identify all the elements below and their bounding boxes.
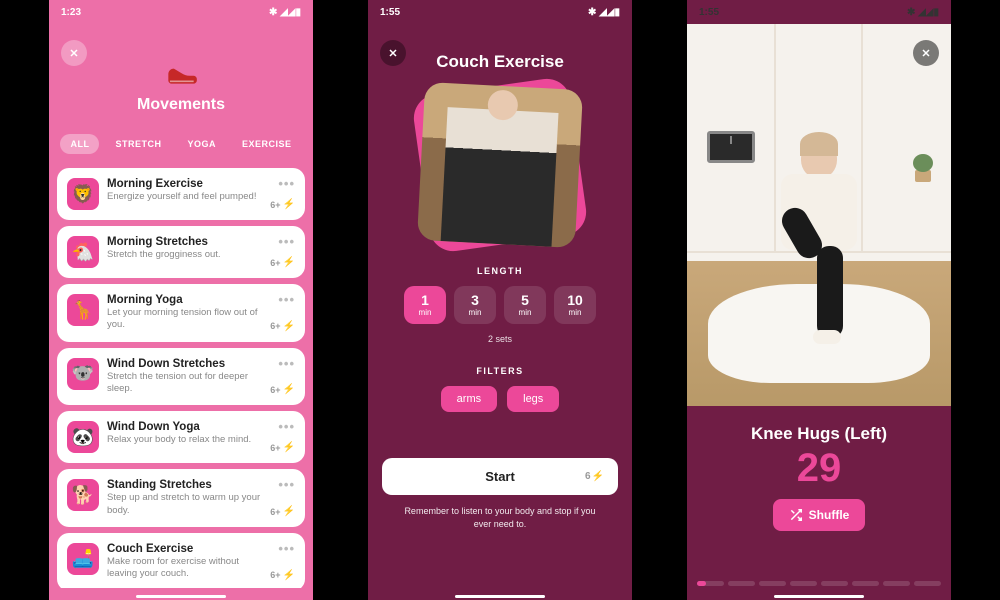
item-icon: 🐨 — [67, 358, 99, 390]
more-icon[interactable]: ••• — [278, 477, 295, 492]
list-item[interactable]: 🛋️ Couch Exercise Make room for exercise… — [57, 533, 305, 588]
filter-arms[interactable]: arms — [441, 386, 497, 412]
status-time: 1:23 — [61, 7, 81, 18]
start-meta: 6⚡ — [585, 471, 604, 482]
phone-exercise-play: 1:55 ✱ ◢◢▮ Knee Hugs (Left) 29 Shuffle — [687, 0, 951, 600]
list-header: Movements — [49, 24, 313, 126]
length-option[interactable]: 3min — [454, 286, 496, 324]
screen-list: 1:23 ✱ ◢◢▮ Movements ALL STRETCH YOGA EXE… — [49, 0, 313, 600]
length-options: 1min3min5min10min — [368, 286, 632, 324]
list-item[interactable]: 🐼 Wind Down Yoga Relax your body to rela… — [57, 411, 305, 463]
length-option[interactable]: 10min — [554, 286, 596, 324]
screen-play: 1:55 ✱ ◢◢▮ Knee Hugs (Left) 29 Shuffle — [687, 0, 951, 600]
nav-bar — [774, 595, 864, 598]
item-subtitle: Step up and stretch to warm up your body… — [107, 492, 262, 517]
item-title: Morning Stretches — [107, 236, 262, 248]
more-icon[interactable]: ••• — [278, 234, 295, 249]
item-subtitle: Energize yourself and feel pumped! — [107, 191, 262, 203]
close-button[interactable] — [61, 40, 87, 66]
hero-image — [421, 86, 579, 244]
filter-options: arms legs — [368, 386, 632, 412]
shuffle-icon — [789, 508, 803, 522]
status-time: 1:55 — [380, 7, 400, 18]
more-icon[interactable]: ••• — [278, 292, 295, 307]
length-option[interactable]: 1min — [404, 286, 446, 324]
shuffle-button[interactable]: Shuffle — [773, 499, 866, 531]
phone-exercise-detail: 1:55 ✱ ◢◢▮ Couch Exercise LENGTH 1min3min… — [368, 0, 632, 600]
shoe-icon — [162, 52, 200, 90]
status-bar: 1:23 ✱ ◢◢▮ — [49, 0, 313, 24]
item-meta: 6+⚡ — [270, 257, 295, 268]
exercise-video[interactable] — [687, 24, 951, 406]
exercise-info: Knee Hugs (Left) 29 Shuffle — [687, 406, 951, 531]
disclaimer-text: Remember to listen to your body and stop… — [396, 505, 604, 530]
status-icons: ✱ ◢◢▮ — [269, 7, 301, 18]
start-button[interactable]: Start 6⚡ — [382, 458, 618, 495]
movements-list[interactable]: 🦁 Morning Exercise Energize yourself and… — [49, 168, 313, 588]
item-title: Morning Exercise — [107, 178, 262, 190]
item-icon: 🛋️ — [67, 543, 99, 575]
status-icons: ✱ ◢◢▮ — [588, 7, 620, 18]
item-meta: 6+⚡ — [270, 570, 295, 581]
more-icon[interactable]: ••• — [278, 419, 295, 434]
more-icon[interactable]: ••• — [278, 356, 295, 371]
status-time: 1:55 — [699, 7, 719, 18]
item-icon: 🦁 — [67, 178, 99, 210]
item-subtitle: Make room for exercise without leaving y… — [107, 556, 262, 581]
countdown: 29 — [687, 446, 951, 491]
start-label: Start — [485, 469, 515, 484]
item-title: Standing Stretches — [107, 479, 262, 491]
list-item[interactable]: 🦒 Morning Yoga Let your morning tension … — [57, 284, 305, 342]
close-button[interactable] — [380, 40, 406, 66]
tab-yoga[interactable]: YOGA — [177, 134, 226, 154]
nav-bar — [455, 595, 545, 598]
list-item[interactable]: 🐕 Standing Stretches Step up and stretch… — [57, 469, 305, 527]
item-meta: 6+⚡ — [270, 442, 295, 453]
list-item[interactable]: 🐔 Morning Stretches Stretch the groggine… — [57, 226, 305, 278]
length-option[interactable]: 5min — [504, 286, 546, 324]
phone-movements-list: 1:23 ✱ ◢◢▮ Movements ALL STRETCH YOGA EXE… — [49, 0, 313, 600]
item-subtitle: Stretch the tension out for deeper sleep… — [107, 371, 262, 396]
item-meta: 6+⚡ — [270, 321, 295, 332]
item-meta: 6+⚡ — [270, 199, 295, 210]
tab-all[interactable]: ALL — [60, 134, 99, 154]
item-icon: 🐔 — [67, 236, 99, 268]
item-title: Morning Yoga — [107, 294, 262, 306]
item-meta: 6+⚡ — [270, 506, 295, 517]
nav-bar — [136, 595, 226, 598]
status-icons: ✱ ◢◢▮ — [907, 7, 939, 18]
more-icon[interactable]: ••• — [278, 541, 295, 556]
filter-legs[interactable]: legs — [507, 386, 559, 412]
filters-label: FILTERS — [368, 366, 632, 376]
more-icon[interactable]: ••• — [278, 176, 295, 191]
tabs: ALL STRETCH YOGA EXERCISE — [49, 126, 313, 168]
screen-detail: 1:55 ✱ ◢◢▮ Couch Exercise LENGTH 1min3min… — [368, 0, 632, 600]
item-subtitle: Let your morning tension flow out of you… — [107, 307, 262, 332]
close-button[interactable] — [913, 40, 939, 66]
progress-bar — [697, 581, 941, 586]
tab-stretch[interactable]: STRETCH — [105, 134, 171, 154]
page-title: Movements — [49, 96, 313, 114]
item-subtitle: Relax your body to relax the mind. — [107, 434, 262, 446]
item-title: Couch Exercise — [107, 543, 262, 555]
status-bar: 1:55 ✱ ◢◢▮ — [687, 0, 951, 24]
list-item[interactable]: 🦁 Morning Exercise Energize yourself and… — [57, 168, 305, 220]
item-meta: 6+⚡ — [270, 384, 295, 395]
status-bar: 1:55 ✱ ◢◢▮ — [368, 0, 632, 24]
list-item[interactable]: 🐨 Wind Down Stretches Stretch the tensio… — [57, 348, 305, 406]
sets-text: 2 sets — [368, 334, 632, 344]
item-icon: 🦒 — [67, 294, 99, 326]
shuffle-label: Shuffle — [809, 508, 850, 522]
exercise-name: Knee Hugs (Left) — [687, 424, 951, 444]
item-icon: 🐕 — [67, 479, 99, 511]
tab-exercise[interactable]: EXERCISE — [232, 134, 302, 154]
item-title: Wind Down Yoga — [107, 421, 262, 433]
item-subtitle: Stretch the grogginess out. — [107, 249, 262, 261]
length-label: LENGTH — [368, 266, 632, 276]
item-icon: 🐼 — [67, 421, 99, 453]
exercise-title: Couch Exercise — [368, 52, 632, 72]
item-title: Wind Down Stretches — [107, 358, 262, 370]
